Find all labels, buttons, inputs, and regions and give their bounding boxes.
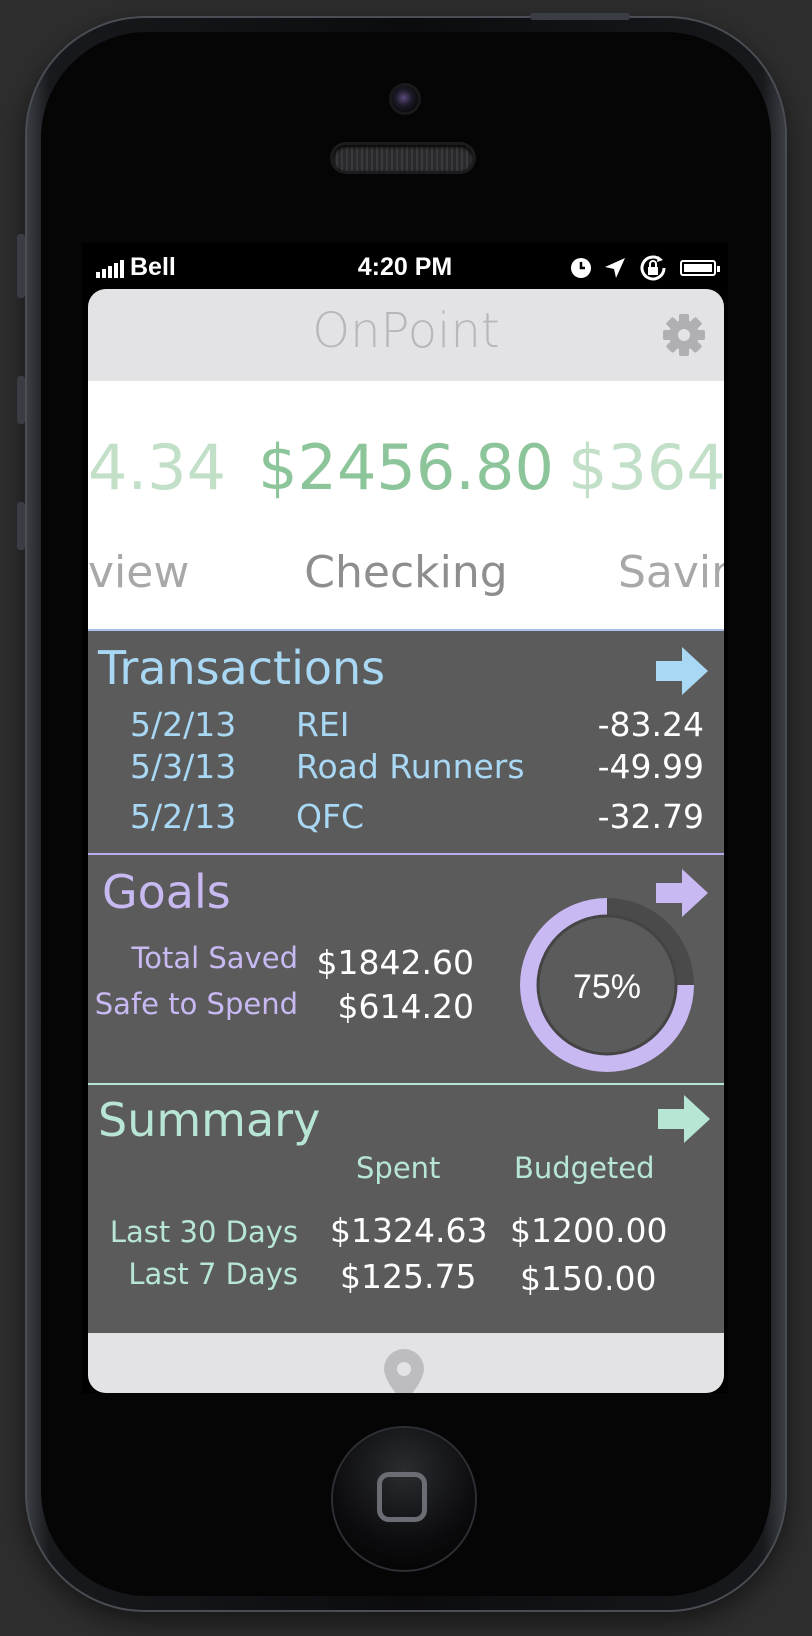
bottom-bar bbox=[88, 1333, 724, 1393]
summary-row-budgeted: $150.00 bbox=[520, 1259, 657, 1298]
summary-row-label: Last 30 Days bbox=[109, 1215, 298, 1249]
transactions-section: Transactions 5/2/13 REI -83.24 5/3/13 Ro… bbox=[88, 631, 724, 855]
total-saved-value: $1842.60 bbox=[316, 943, 474, 982]
safe-to-spend-label: Safe to Spend bbox=[94, 987, 298, 1021]
summary-row-spent: $125.75 bbox=[340, 1257, 477, 1296]
summary-row-budgeted: $1200.00 bbox=[510, 1211, 668, 1250]
total-saved-label: Total Saved bbox=[131, 941, 298, 975]
goals-progress-label: 75% bbox=[573, 968, 641, 1006]
location-pin-icon[interactable] bbox=[384, 1349, 424, 1393]
transaction-merchant: QFC bbox=[296, 797, 364, 836]
transaction-amount: -32.79 bbox=[597, 797, 704, 836]
account-carousel[interactable]: 4.34 $2456.80 $3647 view Checking Savin bbox=[88, 381, 724, 631]
mute-switch bbox=[17, 502, 25, 550]
volume-up-button bbox=[17, 234, 25, 298]
app-container: OnPoint 4.34 $2456.80 $3647 bbox=[88, 289, 724, 1393]
transaction-date: 5/2/13 bbox=[130, 705, 237, 744]
transaction-date: 5/3/13 bbox=[130, 747, 237, 786]
summary-arrow-icon[interactable] bbox=[658, 1095, 710, 1143]
goals-progress-ring: 75% bbox=[520, 898, 694, 1072]
summary-title: Summary bbox=[98, 1093, 321, 1147]
account-balance-next[interactable]: $3647 bbox=[568, 431, 724, 504]
summary-row-spent: $1324.63 bbox=[330, 1211, 488, 1250]
location-arrow-icon bbox=[605, 258, 625, 278]
transactions-arrow-icon[interactable] bbox=[656, 647, 708, 695]
home-square-icon bbox=[377, 1472, 427, 1522]
home-button[interactable] bbox=[333, 1428, 475, 1570]
status-icons bbox=[570, 253, 720, 283]
summary-col-spent: Spent bbox=[356, 1151, 441, 1185]
transaction-merchant: Road Runners bbox=[296, 747, 525, 786]
transactions-title: Transactions bbox=[98, 641, 386, 695]
app-title: OnPoint bbox=[312, 303, 500, 359]
status-bar: Bell 4:20 PM bbox=[82, 243, 728, 289]
battery-icon bbox=[680, 260, 720, 276]
transaction-date: 5/2/13 bbox=[130, 797, 237, 836]
transaction-merchant: REI bbox=[296, 705, 350, 744]
rotation-lock-icon bbox=[640, 255, 666, 281]
screen: Bell 4:20 PM OnPoint 4.34 $2456.80 $364 … bbox=[82, 243, 728, 1393]
transaction-amount: -83.24 bbox=[597, 705, 704, 744]
summary-col-budgeted: Budgeted bbox=[514, 1151, 655, 1185]
earpiece-speaker bbox=[333, 145, 473, 171]
gear-icon[interactable] bbox=[662, 313, 706, 357]
app-header: OnPoint bbox=[88, 289, 724, 381]
front-camera bbox=[392, 86, 418, 112]
volume-down-button bbox=[17, 376, 25, 424]
summary-section: Summary Spent Budgeted Last 30 Days $132… bbox=[88, 1085, 724, 1333]
summary-row-label: Last 7 Days bbox=[128, 1257, 298, 1291]
safe-to-spend-value: $614.20 bbox=[337, 987, 474, 1026]
transaction-amount: -49.99 bbox=[597, 747, 704, 786]
account-name-next[interactable]: Savin bbox=[618, 547, 724, 598]
alarm-clock-icon bbox=[571, 258, 591, 278]
goals-title: Goals bbox=[102, 865, 231, 919]
power-button bbox=[530, 13, 630, 20]
